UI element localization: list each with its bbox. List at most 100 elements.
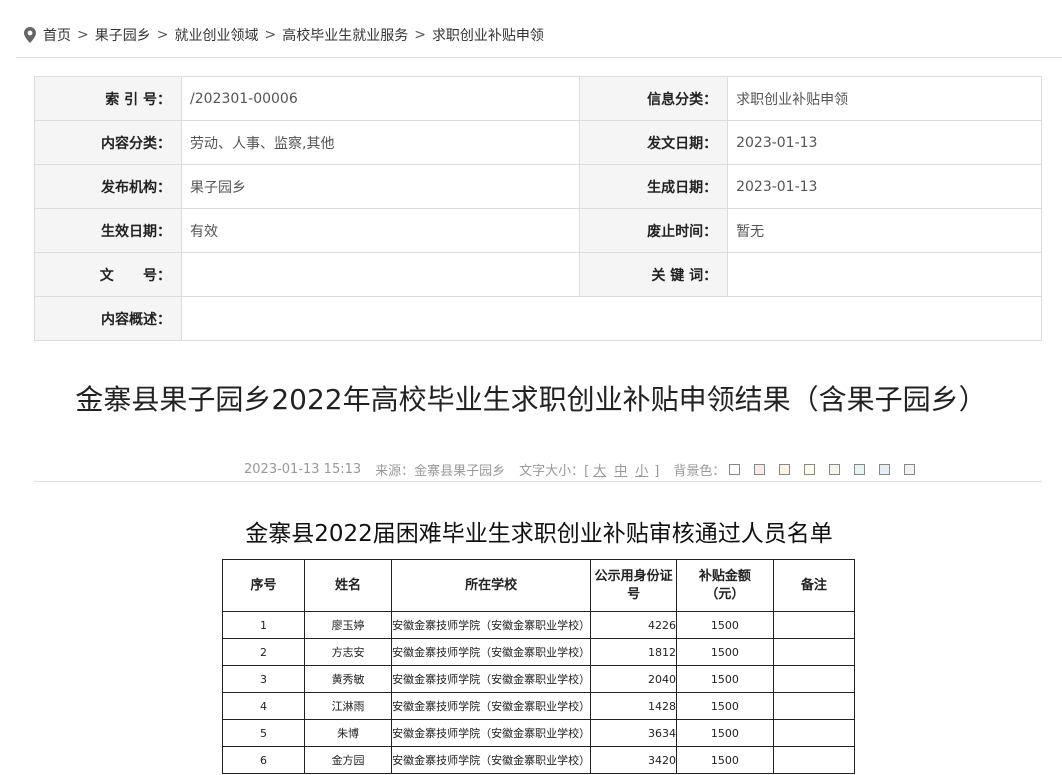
divider <box>16 57 1062 58</box>
meta-key: 生成日期： <box>579 164 729 209</box>
list-title: 金寨县2022届困难毕业生求职创业补贴审核通过人员名单 <box>245 521 833 547</box>
cell-note <box>772 638 856 666</box>
bg-color-swatch[interactable] <box>879 464 891 475</box>
meta-value: 2023-01-13 <box>727 164 1042 209</box>
breadcrumb-separator: > <box>77 27 89 43</box>
cell-school: 安徽金寨技师学院（安徽金寨职业学校） <box>391 692 592 720</box>
cell-id: 1812 <box>590 638 678 666</box>
breadcrumb-employment-field[interactable]: 就业创业领域 <box>174 25 258 45</box>
meta-row: 内容分类： 劳动、人事、监察,其他 发文日期： 2023-01-13 <box>34 120 1042 165</box>
breadcrumb-separator: > <box>414 27 426 43</box>
meta-key: 内容分类： <box>34 120 182 165</box>
header-id: 公示用身份证号 <box>590 559 678 612</box>
table-row: 4 江淋雨 安徽金寨技师学院（安徽金寨职业学校） 1428 1500 <box>222 692 856 720</box>
font-size-small[interactable]: 小 <box>635 464 648 479</box>
bg-color-swatch[interactable] <box>729 464 741 475</box>
cell-amount: 1500 <box>676 719 774 747</box>
cell-no: 1 <box>222 611 305 639</box>
cell-note <box>772 746 856 774</box>
article-source: 来源：金寨县果子园乡 <box>375 464 506 479</box>
meta-value <box>180 252 581 297</box>
table-row: 2 方志安 安徽金寨技师学院（安徽金寨职业学校） 1812 1500 <box>222 638 856 666</box>
bg-color-swatch[interactable] <box>904 464 916 475</box>
meta-row: 发布机构： 果子园乡 生成日期： 2023-01-13 <box>34 164 1042 209</box>
divider <box>34 481 1042 482</box>
location-pin-icon <box>24 27 36 43</box>
breadcrumb: 首页 > 果子园乡 > 就业创业领域 > 高校毕业生就业服务 > 求职创业补贴申… <box>24 24 544 46</box>
font-size-large[interactable]: 大 <box>593 464 606 479</box>
cell-note <box>772 611 856 639</box>
font-size-control: 文字大小：[大中小] <box>519 460 659 479</box>
header-amount: 补贴金额（元） <box>676 559 774 612</box>
breadcrumb-separator: > <box>264 27 277 43</box>
meta-key: 发布机构： <box>34 164 182 209</box>
meta-value: 暂无 <box>727 208 1042 253</box>
cell-amount: 1500 <box>676 611 774 639</box>
article-title: 金寨县果子园乡2022年高校毕业生求职创业补贴申领结果（含果子园乡） <box>75 383 987 416</box>
cell-name: 方志安 <box>303 638 393 666</box>
cell-note <box>772 719 856 747</box>
meta-value: 2023-01-13 <box>727 120 1042 165</box>
bg-color-swatch[interactable] <box>804 464 816 475</box>
cell-school: 安徽金寨技师学院（安徽金寨职业学校） <box>391 638 592 666</box>
breadcrumb-graduate-service[interactable]: 高校毕业生就业服务 <box>282 25 408 45</box>
font-size-medium[interactable]: 中 <box>614 464 627 479</box>
bg-color-swatch[interactable] <box>754 464 766 475</box>
meta-row: 索 引 号： /202301-00006 信息分类： 求职创业补贴申领 <box>34 76 1042 121</box>
font-size-label: 文字大小：[ <box>519 464 590 479</box>
meta-key: 废止时间： <box>579 208 729 253</box>
bg-color-label: 背景色： <box>673 464 726 479</box>
cell-name: 朱博 <box>303 719 393 747</box>
table-row: 5 朱博 安徽金寨技师学院（安徽金寨职业学校） 3634 1500 <box>222 719 856 747</box>
meta-summary <box>181 296 1042 341</box>
breadcrumb-separator: > <box>156 27 169 43</box>
cell-id: 4226 <box>590 611 678 639</box>
meta-row: 文 号： 关 键 词： <box>34 252 1042 297</box>
cell-amount: 1500 <box>676 692 774 720</box>
meta-key: 信息分类： <box>579 76 729 121</box>
meta-value: 果子园乡 <box>180 164 581 209</box>
cell-school: 安徽金寨技师学院（安徽金寨职业学校） <box>391 746 592 774</box>
cell-id: 1428 <box>590 692 678 720</box>
breadcrumb-subsidy[interactable]: 求职创业补贴申领 <box>432 25 544 45</box>
meta-row: 生效日期： 有效 废止时间： 暂无 <box>34 208 1042 253</box>
meta-key: 索 引 号： <box>34 76 182 121</box>
cell-amount: 1500 <box>676 746 774 774</box>
table-header-row: 序号 姓名 所在学校 公示用身份证号 补贴金额（元） 备注 <box>222 559 856 612</box>
metadata-table: 索 引 号： /202301-00006 信息分类： 求职创业补贴申领 内容分类… <box>34 76 1042 341</box>
meta-value: 求职创业补贴申领 <box>727 76 1042 121</box>
cell-note <box>772 665 856 693</box>
meta-value <box>727 252 1042 297</box>
header-note: 备注 <box>772 559 856 612</box>
cell-name: 金方园 <box>303 746 393 774</box>
meta-key: 发文日期： <box>579 120 729 165</box>
meta-value: 劳动、人事、监察,其他 <box>180 120 581 165</box>
cell-no: 2 <box>222 638 305 666</box>
publish-datetime: 2023-01-13 15:13 <box>244 462 362 477</box>
breadcrumb-township[interactable]: 果子园乡 <box>95 25 151 45</box>
meta-key: 文 号： <box>34 252 182 297</box>
cell-no: 4 <box>222 692 305 720</box>
recipient-table: 序号 姓名 所在学校 公示用身份证号 补贴金额（元） 备注 1 廖玉婷 安徽金寨技师… <box>222 559 856 774</box>
bg-color-swatch[interactable] <box>829 464 841 475</box>
meta-value: 有效 <box>180 208 581 253</box>
cell-no: 3 <box>222 665 305 693</box>
meta-row: 内容概述： <box>34 296 1042 341</box>
header-name: 姓名 <box>303 559 393 612</box>
cell-school: 安徽金寨技师学院（安徽金寨职业学校） <box>391 665 592 693</box>
cell-no: 6 <box>222 746 305 774</box>
meta-key: 生效日期： <box>34 208 182 253</box>
cell-name: 黄秀敏 <box>303 665 393 693</box>
bg-color-swatch[interactable] <box>779 464 791 475</box>
breadcrumb-home[interactable]: 首页 <box>43 25 71 45</box>
header-school: 所在学校 <box>391 559 592 612</box>
meta-value: /202301-00006 <box>180 76 581 121</box>
table-row: 1 廖玉婷 安徽金寨技师学院（安徽金寨职业学校） 4226 1500 <box>222 611 856 639</box>
cell-no: 5 <box>222 719 305 747</box>
cell-school: 安徽金寨技师学院（安徽金寨职业学校） <box>391 719 592 747</box>
table-body: 1 廖玉婷 安徽金寨技师学院（安徽金寨职业学校） 4226 1500 2 方志安 安徽金寨技师… <box>222 611 856 774</box>
cell-amount: 1500 <box>676 665 774 693</box>
bg-color-swatch[interactable] <box>854 464 866 475</box>
cell-school: 安徽金寨技师学院（安徽金寨职业学校） <box>391 611 592 639</box>
cell-id: 2040 <box>590 665 678 693</box>
